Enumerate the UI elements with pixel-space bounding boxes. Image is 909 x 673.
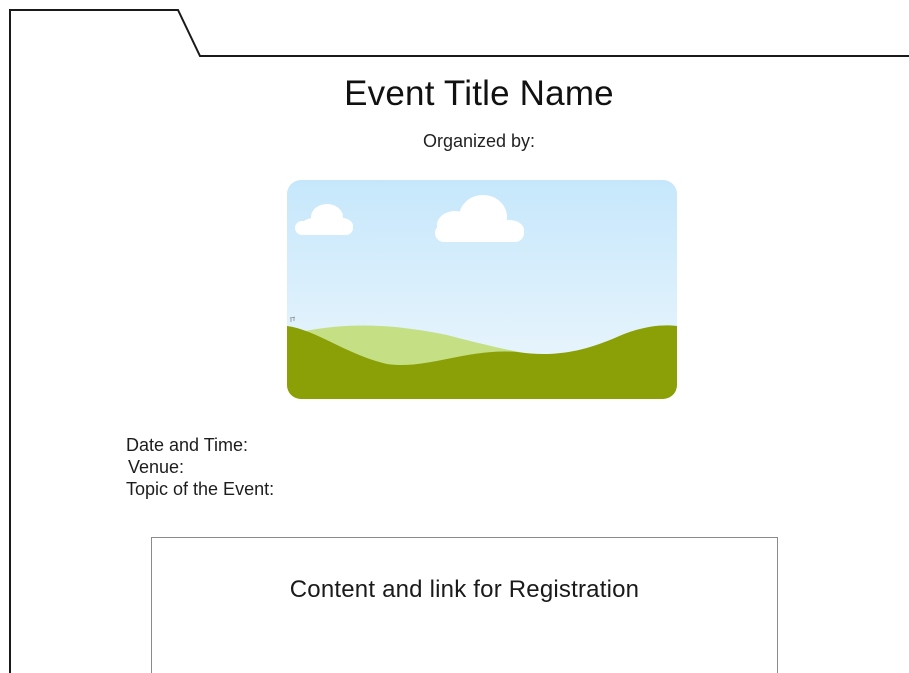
- page-canvas: Event Title Name Organized by: Date and …: [0, 0, 909, 673]
- event-image-placeholder: [287, 180, 677, 399]
- landscape-placeholder-icon: [287, 180, 677, 399]
- event-title: Event Title Name: [344, 74, 614, 113]
- registration-text: Content and link for Registration: [289, 576, 640, 603]
- organized-by-label: Organized by:: [422, 131, 536, 151]
- registration-box[interactable]: Content and link for Registration: [151, 537, 778, 673]
- date-time-label: Date and Time:: [126, 435, 249, 455]
- venue-label: Venue:: [128, 457, 185, 477]
- topic-label: Topic of the Event:: [126, 479, 275, 499]
- event-details: Date and Time: Venue: Topic of the Event…: [126, 434, 274, 500]
